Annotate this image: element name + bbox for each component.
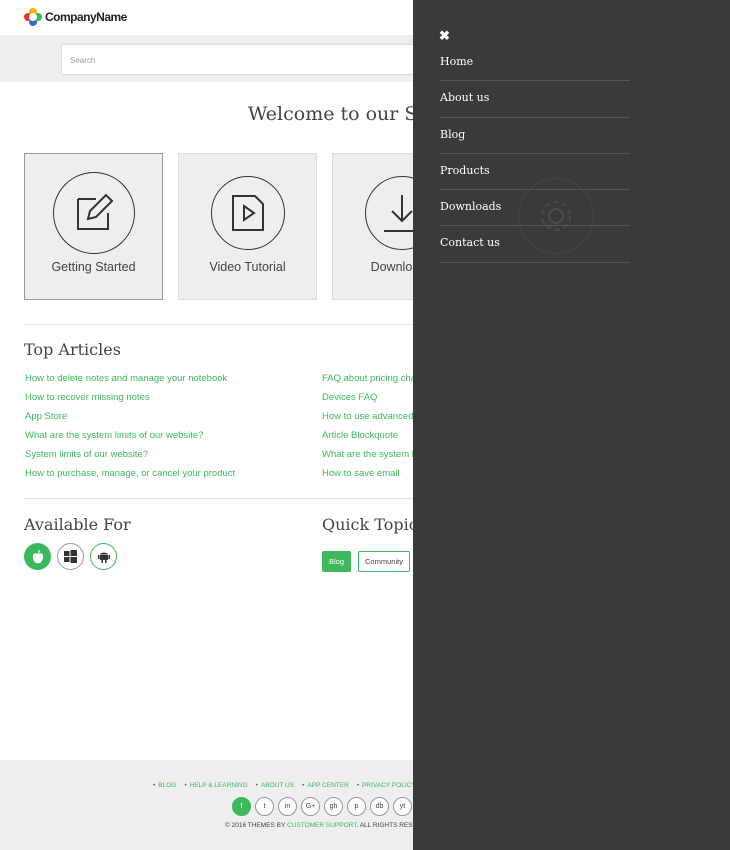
google-plus-icon[interactable]: G+ [301,797,320,816]
drawer-item-about-us[interactable]: About us [440,81,630,118]
windows-icon[interactable] [57,543,84,570]
footer-link[interactable]: HELP & LEARNING [184,782,248,789]
article-link[interactable]: What are the system limits of our websit… [25,426,235,445]
tile-label: Video Tutorial [209,260,286,274]
dropbox-icon[interactable]: db [370,797,389,816]
apple-icon[interactable] [24,543,51,570]
pinterest-icon[interactable]: p [347,797,366,816]
nav-drawer: ✖ Home About us Blog Products Downloads … [413,0,730,850]
footer-link[interactable]: ABOUT US [256,782,294,789]
android-icon[interactable] [90,543,117,570]
tile-video-tutorial[interactable]: Video Tutorial [178,153,317,300]
platform-list [24,543,117,570]
article-link[interactable]: System limits of our website? [25,445,235,464]
article-link[interactable]: How to purchase, manage, or cancel your … [25,464,235,483]
footer-links: BLOG HELP & LEARNING ABOUT US APP CENTER… [153,782,416,789]
article-link[interactable]: App Store [25,407,235,426]
quick-topics-title: Quick Topics [322,515,426,534]
top-articles-title: Top Articles [24,340,121,359]
logo[interactable]: CompanyName [24,8,127,26]
twitter-icon[interactable]: t [255,797,274,816]
search-placeholder: Search [70,56,96,65]
article-link[interactable]: How to delete notes and manage your note… [25,369,235,388]
topic-tags: Blog Community [322,551,410,572]
drawer-item-downloads[interactable]: Downloads [440,190,630,227]
youtube-icon[interactable]: yt [393,797,412,816]
category-tiles: Getting Started Video Tutorial Downloads [24,153,471,300]
article-link[interactable]: How to recover missing notes [25,388,235,407]
articles-left: How to delete notes and manage your note… [25,369,235,483]
tile-label: Getting Started [51,260,136,274]
close-icon[interactable]: ✖ [439,28,450,44]
tile-getting-started[interactable]: Getting Started [24,153,163,300]
brand-name: CompanyName [45,10,127,24]
drawer-menu: Home About us Blog Products Downloads Co… [440,45,630,263]
edit-icon [53,172,135,254]
footer-link[interactable]: PRIVACY POLICY [357,782,416,789]
drawer-item-products[interactable]: Products [440,154,630,191]
video-file-icon [211,176,285,250]
social-links: f t in G+ gh p db yt [232,797,412,816]
drawer-item-contact-us[interactable]: Contact us [440,226,630,263]
linkedin-icon[interactable]: in [278,797,297,816]
drawer-item-home[interactable]: Home [440,45,630,82]
tag-blog[interactable]: Blog [322,551,352,572]
copyright: © 2016 THEMES BY CUSTOMER SUPPORT. ALL R… [225,822,437,829]
facebook-icon[interactable]: f [232,797,251,816]
copyright-link[interactable]: CUSTOMER SUPPORT [287,822,356,829]
copyright-prefix: © 2016 THEMES BY [225,822,287,829]
footer-link[interactable]: BLOG [153,782,176,789]
tag-community[interactable]: Community [358,551,410,572]
github-icon[interactable]: gh [324,797,343,816]
available-for-title: Available For [24,515,131,534]
logo-icon [24,8,42,26]
footer-link[interactable]: APP CENTER [302,782,348,789]
drawer-item-blog[interactable]: Blog [440,118,630,154]
